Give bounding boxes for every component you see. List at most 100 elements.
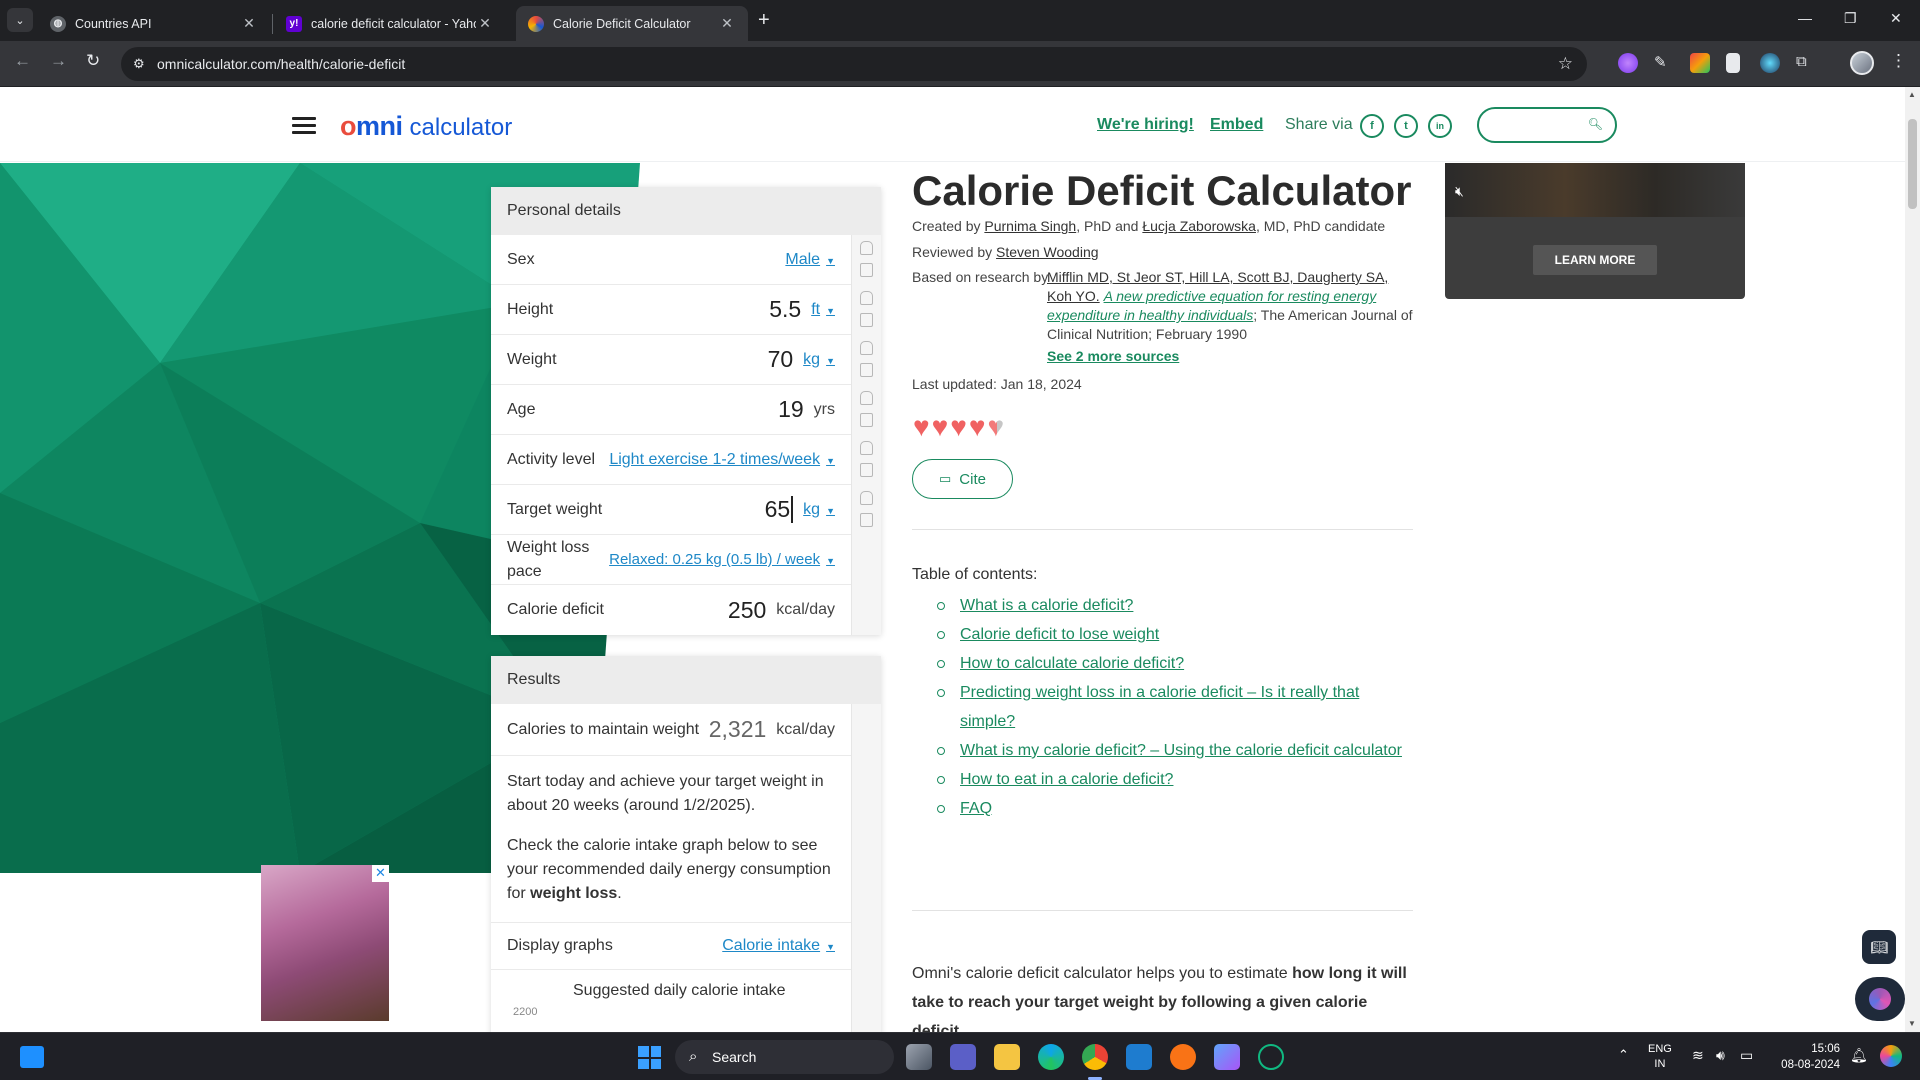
lock-icon[interactable] [860, 341, 873, 355]
lock-icon[interactable] [860, 391, 873, 405]
target-weight-unit-select[interactable]: kg ▼ [803, 501, 835, 519]
extension-brain-icon[interactable] [1618, 53, 1638, 73]
vscode-icon[interactable] [1126, 1044, 1152, 1070]
restore-icon[interactable]: ❐ [1844, 10, 1857, 27]
scroll-down-icon[interactable]: ▼ [1908, 1019, 1916, 1028]
reviewer-link[interactable]: Steven Wooding [996, 244, 1098, 260]
close-tab-icon[interactable]: ✕ [240, 15, 258, 32]
ai-assistant-button[interactable] [1855, 977, 1905, 1021]
extension-notes-icon[interactable] [1726, 53, 1740, 73]
toc-item[interactable]: How to calculate calorie deficit? [937, 649, 1417, 678]
store-icon[interactable] [1214, 1044, 1240, 1070]
url-text[interactable]: omnicalculator.com/health/calorie-defici… [157, 56, 405, 72]
deficit-value[interactable]: 250 [728, 597, 766, 624]
site-search-input[interactable]: 🔍︎ [1477, 107, 1617, 143]
mongodb-icon[interactable] [1258, 1044, 1284, 1070]
lock-icon[interactable] [860, 441, 873, 455]
reload-icon[interactable]: ↻ [86, 51, 100, 71]
widgets-icon[interactable] [20, 1046, 44, 1068]
scroll-up-icon[interactable]: ▲ [1908, 90, 1916, 99]
toc-item[interactable]: Predicting weight loss in a calorie defi… [937, 678, 1417, 736]
age-input[interactable]: 19 [778, 396, 804, 423]
ad-close-icon[interactable]: ✕ [372, 865, 389, 882]
heart-icon[interactable]: ♥ [932, 413, 949, 441]
embed-link[interactable]: Embed [1210, 116, 1263, 134]
tray-overflow-icon[interactable]: ⌃ [1618, 1047, 1629, 1063]
lock-icon[interactable] [860, 491, 873, 505]
start-icon[interactable] [638, 1046, 661, 1069]
rating-hearts[interactable]: ♥ ♥ ♥ ♥ ♥ [913, 413, 1006, 441]
linkedin-icon[interactable]: in [1428, 114, 1452, 138]
facebook-icon[interactable]: f [1360, 114, 1384, 138]
browser-menu-icon[interactable]: ⋮ [1890, 51, 1907, 71]
height-input[interactable]: 5.5 [769, 296, 801, 323]
omni-logo[interactable]: omni calculator [340, 111, 512, 142]
extension-pen-icon[interactable]: ✎ [1654, 53, 1674, 73]
heart-icon[interactable]: ♥ [913, 413, 930, 441]
wifi-icon[interactable]: ≋ [1692, 1047, 1704, 1064]
tab-yahoo-search[interactable]: y! calorie deficit calculator - Yahoo ✕ [274, 6, 506, 41]
clock[interactable]: 15:06 08-08-2024 [1774, 1041, 1840, 1073]
battery-icon[interactable]: ▭ [1740, 1047, 1753, 1064]
close-window-icon[interactable]: ✕ [1890, 10, 1902, 27]
save-icon[interactable] [860, 263, 873, 277]
save-icon[interactable] [860, 313, 873, 327]
site-info-icon[interactable]: ⚙ [133, 56, 145, 72]
tab-countries-api[interactable]: ◍ Countries API ✕ [38, 6, 270, 41]
author-link[interactable]: Łucja Zaborowska [1142, 218, 1256, 234]
save-icon[interactable] [860, 413, 873, 427]
address-bar[interactable]: ⚙ omnicalculator.com/health/calorie-defi… [121, 47, 1587, 81]
task-view-icon[interactable] [906, 1044, 932, 1070]
tab-calorie-deficit[interactable]: Calorie Deficit Calculator ✕ [516, 6, 748, 41]
activity-select[interactable]: Light exercise 1-2 times/week ▼ [609, 451, 835, 469]
target-weight-input[interactable]: 65 [765, 496, 794, 523]
forward-icon[interactable]: → [50, 51, 67, 71]
extension-react-icon[interactable] [1760, 53, 1780, 73]
cite-button[interactable]: ▭ Cite [912, 459, 1013, 499]
hamburger-menu-icon[interactable] [292, 117, 316, 134]
video-ad[interactable]: 🔇︎ LEARN MORE [1445, 163, 1745, 299]
half-heart-icon[interactable]: ♥ [988, 413, 1005, 441]
page-scrollbar[interactable]: ▲ ▼ [1905, 87, 1920, 1032]
toc-item[interactable]: How to eat in a calorie deficit? [937, 765, 1417, 794]
toc-item[interactable]: What is a calorie deficit? [937, 591, 1417, 620]
height-unit-select[interactable]: ft ▼ [811, 301, 835, 319]
chrome-icon[interactable] [1082, 1044, 1108, 1070]
extension-tools-icon[interactable] [1690, 53, 1710, 73]
heart-icon[interactable]: ♥ [950, 413, 967, 441]
research-authors[interactable]: Mifflin MD, St Jeor ST, Hill LA, Scott B… [1047, 269, 1388, 285]
copilot-icon[interactable] [1880, 1045, 1902, 1067]
extensions-puzzle-icon[interactable]: ⧉ [1796, 53, 1816, 73]
file-explorer-icon[interactable] [994, 1044, 1020, 1070]
weight-unit-select[interactable]: kg ▼ [803, 351, 835, 369]
research-title-link[interactable]: A new predictive equation for resting en… [1104, 288, 1377, 304]
banknotes-ad-image[interactable] [261, 865, 389, 1021]
toc-item[interactable]: Calorie deficit to lose weight [937, 620, 1417, 649]
save-icon[interactable] [860, 463, 873, 477]
research-title-link[interactable]: expenditure in healthy individuals [1047, 307, 1253, 323]
twitter-icon[interactable]: t [1394, 114, 1418, 138]
save-icon[interactable] [860, 363, 873, 377]
hiring-link[interactable]: We're hiring! [1097, 116, 1194, 134]
mute-icon[interactable]: 🔇︎ [1455, 183, 1464, 200]
lock-icon[interactable] [860, 291, 873, 305]
scroll-thumb[interactable] [1908, 119, 1917, 209]
see-more-sources-link[interactable]: See 2 more sources [1047, 347, 1179, 366]
toc-item[interactable]: What is my calorie deficit? – Using the … [937, 736, 1417, 765]
toc-item[interactable]: FAQ [937, 794, 1417, 823]
reader-mode-icon[interactable]: 📖︎ [1862, 930, 1896, 964]
weight-input[interactable]: 70 [768, 346, 794, 373]
heart-icon[interactable]: ♥ [969, 413, 986, 441]
volume-icon[interactable]: 🔊︎ [1716, 1047, 1725, 1064]
close-tab-icon[interactable]: ✕ [476, 15, 494, 32]
bookmark-star-icon[interactable]: ☆ [1558, 54, 1573, 74]
save-icon[interactable] [860, 513, 873, 527]
minimize-icon[interactable]: — [1798, 10, 1812, 26]
new-tab-button[interactable]: + [758, 9, 770, 31]
sex-select[interactable]: Male ▼ [785, 251, 835, 269]
lock-icon[interactable] [860, 241, 873, 255]
edge-icon[interactable] [1038, 1044, 1064, 1070]
teams-icon[interactable] [950, 1044, 976, 1070]
display-graphs-select[interactable]: Calorie intake ▼ [722, 937, 835, 955]
tab-search-button[interactable]: ⌄ [7, 8, 33, 32]
